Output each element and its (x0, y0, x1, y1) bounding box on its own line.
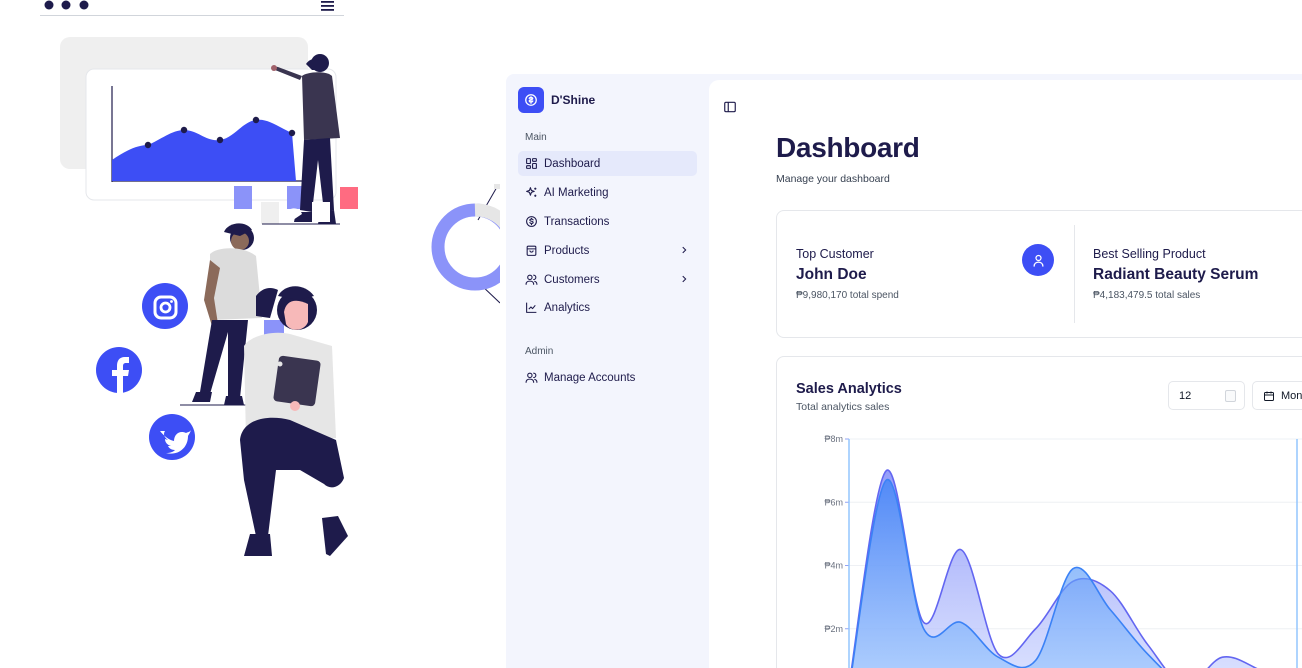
browser-dots-icon (44, 0, 89, 10)
brand-name: D'Shine (551, 93, 596, 107)
sales-area-chart: ₱2m ₱4m ₱6m ₱8m (824, 434, 1302, 668)
sidebar-item-label: Analytics (544, 301, 591, 314)
stepper-icon[interactable] (1225, 390, 1236, 402)
sales-analytics-card: Sales Analytics Total analytics sales 12… (776, 356, 1302, 668)
chevron-right-icon (682, 246, 687, 254)
period-select[interactable]: Mon (1252, 381, 1302, 410)
sidebar-item-manage-accounts[interactable]: Manage Accounts (518, 365, 697, 390)
brand[interactable]: D'Shine (518, 87, 595, 113)
top-customer-spend: ₱9,980,170 total spend (796, 290, 899, 301)
stats-card: Top Customer John Doe ₱9,980,170 total s… (776, 210, 1302, 338)
instagram-icon (142, 283, 188, 329)
best-product-label: Best Selling Product (1093, 247, 1206, 261)
stats-divider (1074, 225, 1075, 323)
y-tick-label: ₱2m (824, 624, 843, 634)
badge-dollar-icon (526, 216, 537, 227)
y-tick-label: ₱8m (824, 434, 843, 444)
dashboard-app: D'Shine Main Dashboard AI Marketing Tran… (506, 74, 1302, 668)
calendar-icon (1264, 391, 1274, 401)
count-number-input[interactable]: 12 (1168, 381, 1245, 410)
marketing-illustration (40, 0, 500, 556)
sidebar-item-dashboard[interactable]: Dashboard (518, 151, 697, 176)
y-tick-label: ₱4m (824, 561, 843, 571)
sales-analytics-title: Sales Analytics (796, 381, 902, 397)
best-product-name: Radiant Beauty Serum (1093, 266, 1259, 283)
hamburger-menu-icon (321, 1, 334, 11)
main-content: Dashboard Manage your dashboard Top Cust… (709, 80, 1302, 668)
donut-chart-icon (431, 184, 500, 304)
shopping-bag-icon (526, 245, 537, 256)
chevron-right-icon (682, 275, 687, 283)
grid-icon (526, 158, 537, 169)
sidebar-item-products[interactable]: Products (518, 238, 697, 263)
best-product-sales: ₱4,183,479.5 total sales (1093, 290, 1201, 301)
sidebar-item-label: Transactions (544, 215, 610, 228)
period-value: Mon (1281, 389, 1302, 402)
sidebar-item-analytics[interactable]: Analytics (518, 295, 697, 320)
sidebar-item-label: Products (544, 244, 590, 257)
users-icon (525, 372, 538, 383)
sidebar-item-label: Customers (544, 273, 600, 286)
best-product-stat: Best Selling Product Radiant Beauty Seru… (1093, 247, 1258, 301)
sales-series-1-area (852, 480, 1162, 668)
person-with-tablet-figure (240, 286, 348, 556)
chart-icon (526, 302, 537, 313)
user-avatar-icon (1022, 244, 1054, 276)
sidebar-toggle-icon[interactable] (723, 100, 737, 114)
sidebar: D'Shine Main Dashboard AI Marketing Tran… (506, 74, 709, 668)
sidebar-section-main: Main (525, 132, 547, 143)
twitter-icon (149, 414, 195, 460)
sidebar-section-admin: Admin (525, 346, 554, 357)
top-customer-label: Top Customer (796, 247, 874, 261)
sidebar-item-label: Manage Accounts (544, 371, 636, 384)
sidebar-item-transactions[interactable]: Transactions (518, 209, 697, 234)
y-tick-label: ₱6m (824, 497, 843, 507)
count-value: 12 (1179, 389, 1192, 402)
brand-logo-icon (518, 87, 544, 113)
sidebar-item-label: Dashboard (544, 157, 601, 170)
sparkles-icon (526, 187, 537, 197)
users-icon (525, 274, 538, 285)
top-customer-stat: Top Customer John Doe ₱9,980,170 total s… (796, 247, 899, 301)
page-subtitle: Manage your dashboard (776, 173, 890, 185)
facebook-icon (96, 347, 142, 393)
top-customer-name: John Doe (796, 266, 867, 283)
sidebar-item-label: AI Marketing (544, 186, 609, 199)
sidebar-item-customers[interactable]: Customers (518, 267, 697, 292)
page-title: Dashboard (776, 132, 920, 163)
sidebar-item-ai-marketing[interactable]: AI Marketing (518, 180, 697, 205)
sales-analytics-subtitle: Total analytics sales (796, 401, 890, 413)
